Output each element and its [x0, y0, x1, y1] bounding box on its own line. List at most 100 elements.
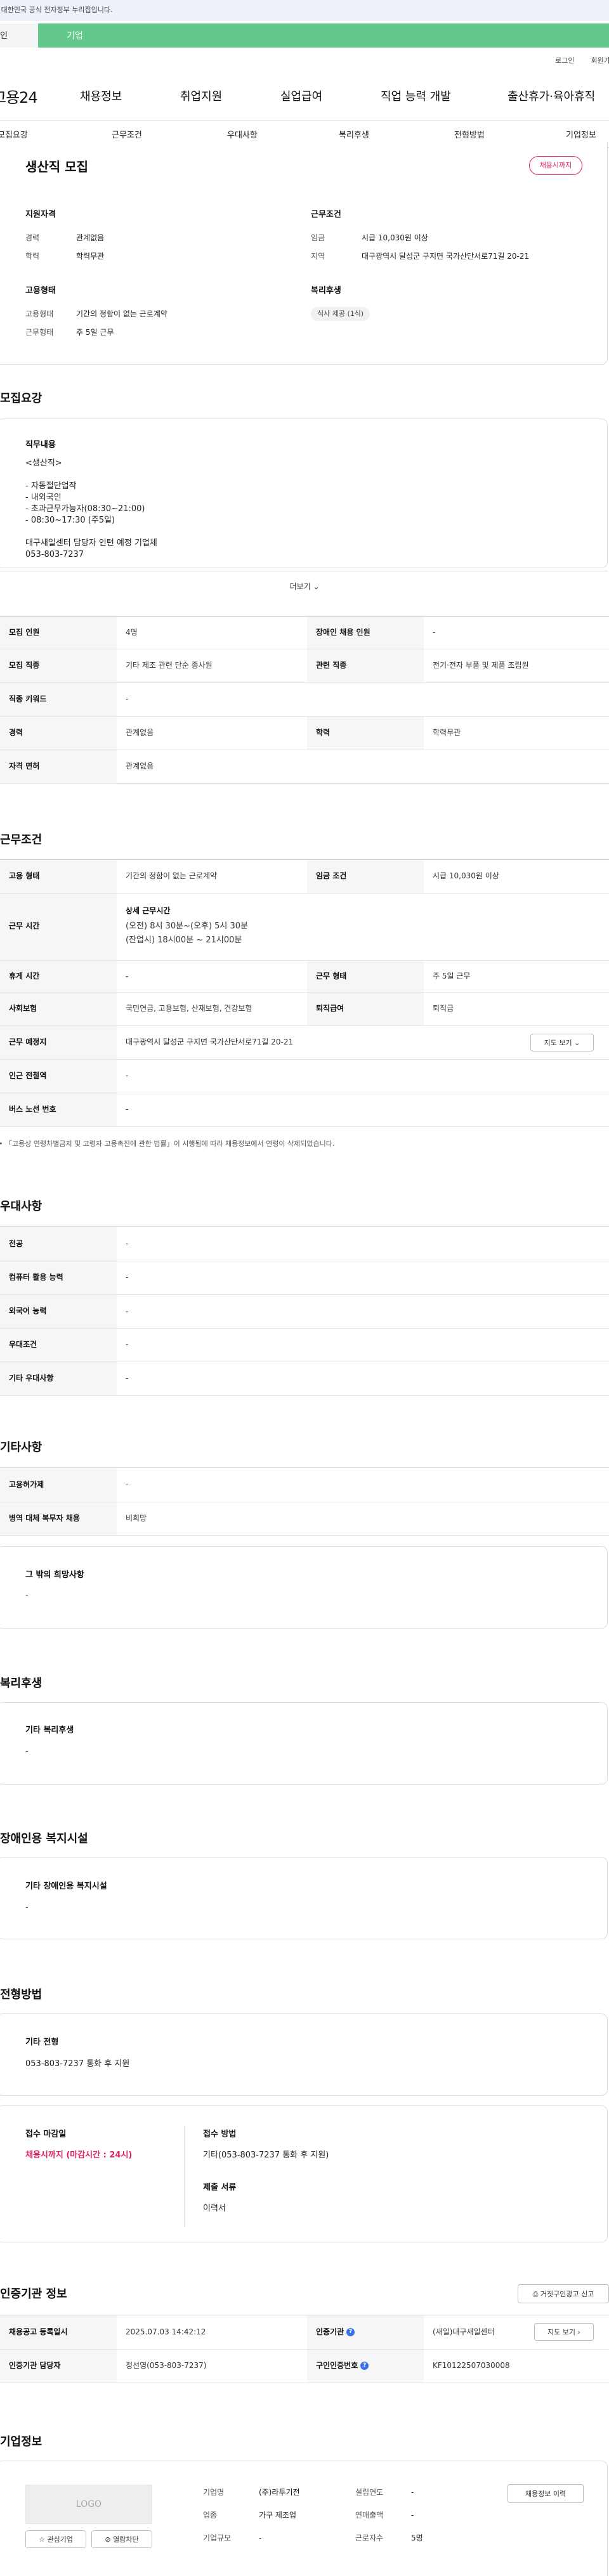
cell-value: - — [117, 1059, 609, 1093]
cell-value: - — [117, 1468, 609, 1502]
cell-key: 자격 면허 — [0, 750, 117, 784]
page-title: 생산직 모집 — [25, 159, 88, 174]
tab-conditions[interactable]: 근무조건 — [112, 130, 142, 142]
agency-map-button[interactable]: 지도 보기 › — [534, 2323, 594, 2341]
company-size-key: 기업규모 — [203, 2534, 232, 2542]
selection-heading: 전형방법 — [0, 1988, 43, 2001]
login-link[interactable]: 로그인 — [555, 56, 574, 65]
method-label: 접수 방법 — [203, 2130, 237, 2139]
tab-welfare[interactable]: 복리후생 — [339, 130, 369, 142]
cell-value: - — [117, 1328, 609, 1362]
welfare-heading: 복리후생 — [0, 1677, 43, 1690]
map-view-button[interactable]: 지도 보기 ⌄ — [530, 1033, 594, 1051]
cell-key: 모집 인원 — [0, 617, 117, 649]
cell-key: 병역 대체 복무자 채용 — [0, 1502, 117, 1536]
wc-wage-key: 임금 — [311, 233, 325, 242]
cell-key: 직종 키워드 — [0, 682, 117, 717]
report-fake-ad-button[interactable]: ⎙ 거짓구인광고 신고 — [518, 2284, 609, 2303]
method-value: 기타(053-803-7237 통화 후 지원) — [203, 2150, 329, 2160]
cell-value: KF10122507030008 — [424, 2349, 609, 2383]
cell-value: - — [424, 617, 609, 649]
tab-recruit[interactable]: 모집요강 — [0, 130, 28, 142]
cell-value: 기간의 정함이 없는 근로계약 — [117, 860, 307, 894]
cell-key: 인근 전철역 — [0, 1059, 117, 1093]
nav-item-unemployment[interactable]: 실업급여 — [280, 89, 322, 105]
favorite-company-button[interactable]: ☆ 관심기업 — [25, 2530, 86, 2548]
divider — [0, 120, 609, 121]
site-logo[interactable]: 고용24 — [0, 87, 43, 109]
wc-region-value: 대구광역시 달성군 구지면 국가산단서로71길 20-21 — [362, 252, 530, 261]
nav-item-jobs[interactable]: 채용정보 — [80, 89, 122, 105]
block-view-button[interactable]: ⊘ 열람차단 — [91, 2530, 152, 2548]
agency-heading: 인증기관 정보 — [0, 2287, 67, 2301]
cell-value: 2025.07.03 14:42:12 — [117, 2315, 307, 2350]
deadline-label: 접수 마감일 — [25, 2130, 67, 2139]
cell-value: - — [117, 960, 307, 993]
industry-value: 가구 제조업 — [259, 2511, 297, 2520]
nav-item-training[interactable]: 직업 능력 개발 — [381, 89, 451, 105]
work-hours-cell: 상세 근무시간 (오전) 8시 30분~(오후) 5시 30분 (잔업시) 18… — [117, 893, 609, 961]
disability-heading: 장애인용 복지시설 — [0, 1832, 88, 1845]
disability-label: 기타 장애인용 복지시설 — [25, 1882, 107, 1891]
job-desc-line: - 08:30~17:30 (주5일) — [25, 516, 115, 525]
agency-key-cell: 인증기관? — [307, 2315, 424, 2350]
cell-key: 전공 — [0, 1227, 117, 1261]
cell-key: 컴퓨터 활용 능력 — [0, 1261, 117, 1295]
cell-value: - — [117, 1362, 609, 1396]
job-history-button[interactable]: 채용정보 이력 — [508, 2484, 584, 2503]
agency-table: 채용공고 등록일시 2025.07.03 14:42:12 인증기관? (새일)… — [0, 2315, 609, 2383]
job-desc-line: 053-803-7237 — [25, 550, 84, 559]
cell-key: 버스 노선 번호 — [0, 1093, 117, 1127]
tab-selection[interactable]: 전형방법 — [454, 130, 485, 142]
extra-wishes-value: - — [25, 1591, 29, 1601]
industry-key: 업종 — [203, 2511, 218, 2520]
chevron-down-icon: ⌄ — [574, 1038, 580, 1047]
tab-preferences[interactable]: 우대사항 — [227, 130, 258, 142]
help-icon[interactable]: ? — [360, 2361, 369, 2370]
block-icon: ⊘ — [105, 2535, 111, 2544]
cell-value: 전기·전자 부품 및 제품 조립원 — [424, 649, 609, 683]
recruit-heading: 모집요강 — [0, 392, 43, 405]
help-icon[interactable]: ? — [346, 2327, 355, 2336]
page: 이 누리집은 대한민국 공식 전자정부 누리집입니다. 개인 기업 로그인 회원가… — [0, 0, 609, 2576]
company-name-value: (주)라투기전 — [259, 2488, 300, 2497]
work-conditions-heading: 근무조건 — [311, 210, 341, 219]
tab-company-info[interactable]: 기업정보 — [566, 130, 596, 142]
qualification-heading: 지원자격 — [25, 210, 56, 219]
cell-key: 외국어 능력 — [0, 1294, 117, 1329]
job-desc-line: - 내외국인 — [25, 493, 62, 502]
qual-career-key: 경력 — [25, 233, 40, 242]
tab-company[interactable]: 기업 — [38, 23, 609, 48]
benefit-chip: 식사 제공 (1식) — [311, 307, 370, 321]
nav-item-parental-leave[interactable]: 출산휴가·육아휴직 — [508, 89, 595, 105]
cell-key: 관련 직종 — [307, 649, 424, 683]
founded-key: 설립연도 — [355, 2488, 384, 2497]
emp-form-key: 근무형태 — [25, 328, 54, 337]
cell-key: 임금 조건 — [307, 860, 424, 894]
nav-item-employment-support[interactable]: 취업지원 — [180, 89, 222, 105]
cell-value: - — [117, 1261, 609, 1295]
employees-value: 5명 — [411, 2534, 423, 2542]
founded-value: - — [411, 2488, 414, 2497]
signup-link[interactable]: 회원가입 — [591, 56, 609, 65]
cell-key: 기타 우대사항 — [0, 1362, 117, 1396]
disability-value: - — [25, 1903, 29, 1912]
preferences-table: 전공 - 컴퓨터 활용 능력 - 외국어 능력 - 우대조건 - 기타 우대사항 - — [0, 1226, 609, 1396]
conditions-table: 고용 형태 기간의 정함이 없는 근로계약 임금 조건 시급 10,030원 이… — [0, 859, 609, 1127]
welfare-label: 기타 복리후생 — [25, 1726, 74, 1735]
cell-key: 사회보험 — [0, 992, 117, 1026]
cell-key: 장애인 채용 인원 — [307, 617, 424, 649]
top-links: 로그인 회원가입 — [546, 56, 609, 66]
more-button[interactable]: 더보기 ⌄ — [279, 582, 330, 592]
cell-value: - — [117, 1093, 609, 1127]
welfare-card — [0, 1702, 608, 1785]
job-desc-line: 대구새일센터 담당자 인턴 예정 기업체 — [25, 538, 157, 548]
job-desc: <생산직> - 자동절단업작 - 내외국인 - 초과근무가능자(08:30~21… — [25, 458, 533, 561]
company-logo: LOGO — [25, 2485, 152, 2524]
company-name-key: 기업명 — [203, 2488, 225, 2497]
cell-value: 비희망 — [117, 1502, 609, 1536]
cell-key: 휴게 시간 — [0, 960, 117, 993]
extra-wishes-label: 그 밖의 희망사항 — [25, 1570, 84, 1580]
qual-edu-key: 학력 — [25, 252, 40, 261]
others-table: 고용허가제 - 병역 대체 복무자 채용 비희망 — [0, 1467, 609, 1536]
